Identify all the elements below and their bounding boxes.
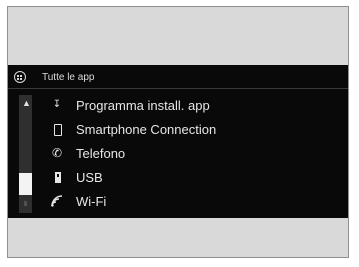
apps-grid-icon[interactable]: [14, 71, 26, 83]
screen-header: Tutte le app: [8, 65, 348, 91]
manual-figure-frame: Tutte le app ▲ ↧ Programma install. app …: [7, 6, 349, 258]
page-title: Tutte le app: [42, 72, 95, 83]
smartphone-icon: [50, 122, 64, 136]
list-item-smartphone-connection[interactable]: Smartphone Connection: [46, 119, 346, 141]
list-item-phone[interactable]: ✆ Telefono: [46, 143, 346, 165]
list-item-label: Telefono: [76, 146, 126, 161]
list-item-wifi[interactable]: Wi-Fi: [46, 191, 346, 213]
list-item-label: Wi-Fi: [76, 194, 107, 209]
scroll-down-icon[interactable]: [24, 201, 27, 206]
list-item-label: Programma install. app: [76, 98, 210, 113]
wifi-icon: [50, 194, 64, 208]
usb-icon: [50, 170, 64, 184]
list-item-usb[interactable]: USB: [46, 167, 346, 189]
header-divider: [8, 88, 348, 89]
list-item-install-app[interactable]: ↧ Programma install. app: [46, 95, 346, 117]
list-item-label: USB: [76, 170, 103, 185]
scroll-thumb[interactable]: [19, 173, 32, 195]
display-screen: Tutte le app ▲ ↧ Programma install. app …: [8, 65, 348, 218]
install-app-icon: ↧: [52, 99, 62, 110]
scrollbar[interactable]: ▲: [19, 95, 32, 213]
phone-icon: ✆: [51, 146, 63, 160]
scroll-up-icon[interactable]: ▲: [22, 99, 31, 108]
list-item-label: Smartphone Connection: [76, 122, 217, 137]
